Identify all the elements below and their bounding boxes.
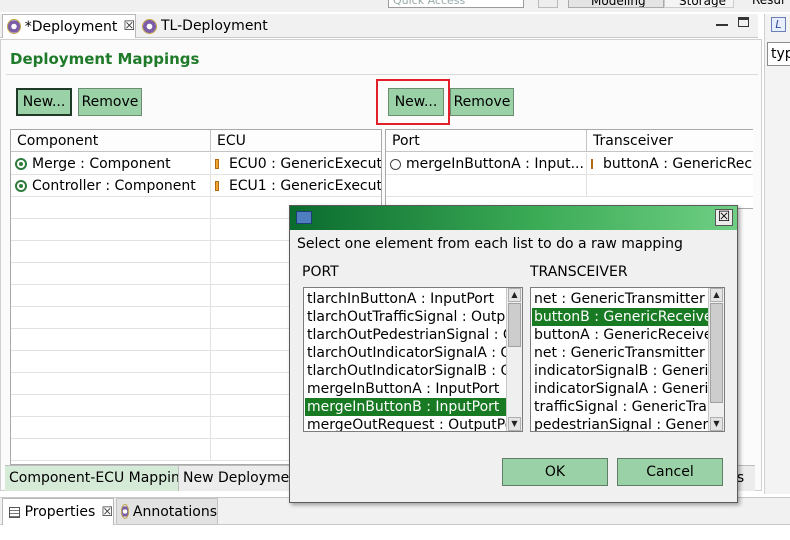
component-cell: Controller : Component bbox=[11, 175, 211, 197]
list-item[interactable]: trafficSignal : GenericTrans bbox=[532, 398, 709, 416]
port-name: mergeInButtonA : Input... bbox=[406, 156, 584, 172]
port-transceiver-table[interactable]: Port Transceiver mergeInButtonA : Input.… bbox=[385, 129, 753, 209]
port-icon bbox=[390, 158, 401, 170]
ecu-icon bbox=[215, 181, 219, 191]
ecu-icon bbox=[215, 159, 219, 169]
table-header: Component ECU bbox=[11, 130, 381, 152]
ok-button[interactable]: OK bbox=[502, 458, 608, 486]
deployment-gear-icon bbox=[142, 18, 157, 34]
component-cell: Merge : Component bbox=[11, 153, 211, 175]
list-item[interactable]: buttonA : GenericReceiver bbox=[532, 326, 709, 344]
dialog-message: Select one element from each list to do … bbox=[297, 236, 683, 252]
port-cell: mergeInButtonA : Input... bbox=[386, 153, 587, 175]
remove-port-mapping-button[interactable]: Remove bbox=[450, 88, 514, 116]
list-item-selected[interactable]: mergeInButtonB : InputPort bbox=[305, 398, 507, 416]
transceiver-list-scrollbar[interactable]: ▲ ▼ bbox=[708, 288, 724, 431]
port-list-scrollbar[interactable]: ▲ ▼ bbox=[506, 288, 522, 431]
transceiver-cell: buttonA : GenericRece bbox=[587, 153, 753, 175]
list-item[interactable]: tlarchOutIndicatorSignalB : Out bbox=[305, 362, 507, 380]
ecu-name: ECU0 : GenericExecut bbox=[228, 156, 382, 172]
list-item[interactable]: tlarchOutIndicatorSignalA : Out bbox=[305, 344, 507, 362]
perspective-results[interactable]: Resul bbox=[738, 0, 790, 8]
column-header-ecu[interactable]: ECU bbox=[211, 130, 381, 152]
annotations-gear-icon bbox=[121, 504, 129, 519]
perspective-modeling[interactable]: Modeling bbox=[568, 0, 664, 8]
list-item[interactable]: tlarchOutTrafficSignal : OutputP bbox=[305, 308, 507, 326]
scroll-up-icon[interactable]: ▲ bbox=[710, 288, 723, 302]
component-icon bbox=[15, 180, 27, 192]
scroll-down-icon[interactable]: ▼ bbox=[508, 417, 521, 431]
port-listbox[interactable]: tlarchInButtonA : InputPort tlarchOutTra… bbox=[303, 287, 523, 432]
tab-deployment-label: *Deployment bbox=[24, 18, 118, 35]
title-divider bbox=[6, 74, 758, 75]
list-item[interactable]: mergeOutRequest : OutputPor bbox=[305, 416, 507, 431]
transceiver-icon bbox=[591, 159, 593, 169]
dialog-close-button[interactable]: ☒ bbox=[715, 209, 733, 226]
tab-annotations-label: Annotations bbox=[132, 503, 217, 520]
dialog-app-icon bbox=[296, 211, 312, 224]
list-item[interactable]: tlarchOutPedestrianSignal : Out bbox=[305, 326, 507, 344]
minimize-icon[interactable] bbox=[716, 16, 728, 26]
open-perspective-button[interactable] bbox=[538, 0, 558, 8]
list-item[interactable]: indicatorSignalA : GenericTr bbox=[532, 380, 709, 398]
column-header-port[interactable]: Port bbox=[386, 130, 587, 152]
side-filter-input[interactable]: typ bbox=[767, 42, 790, 66]
dialog-titlebar[interactable] bbox=[290, 206, 737, 230]
component-name: Controller : Component bbox=[32, 178, 196, 194]
list-item[interactable]: pedestrianSignal : GenericT bbox=[532, 416, 709, 431]
window: Quick Access Modeling Storage Resul *Dep… bbox=[0, 0, 790, 540]
side-panel bbox=[764, 14, 790, 494]
column-header-transceiver[interactable]: Transceiver bbox=[587, 130, 753, 152]
list-item[interactable]: net : GenericTransmitter bbox=[532, 290, 709, 308]
table-header: Port Transceiver bbox=[386, 130, 753, 152]
component-icon bbox=[15, 158, 27, 170]
scroll-thumb[interactable] bbox=[710, 303, 723, 403]
tab-tl-deployment[interactable]: TL-Deployment bbox=[138, 14, 268, 38]
tab-tl-deployment-label: TL-Deployment bbox=[161, 18, 268, 34]
cancel-button[interactable]: Cancel bbox=[617, 458, 723, 486]
table-row[interactable]: Merge : Component ECU0 : GenericExecut bbox=[11, 153, 381, 175]
empty-row bbox=[386, 175, 753, 197]
component-name: Merge : Component bbox=[32, 156, 171, 172]
list-item[interactable]: mergeInButtonA : InputPort bbox=[305, 380, 507, 398]
tab-properties-label: Properties bbox=[24, 504, 96, 520]
properties-view-body bbox=[0, 525, 790, 540]
new-port-mapping-button[interactable]: New... bbox=[388, 88, 444, 116]
ecu-cell: ECU1 : GenericExecut bbox=[211, 175, 382, 197]
transceiver-listbox[interactable]: net : GenericTransmitter buttonB : Gener… bbox=[530, 287, 725, 432]
ecu-cell: ECU0 : GenericExecut bbox=[211, 153, 382, 175]
close-tab-icon[interactable]: ☒ bbox=[123, 19, 135, 34]
deployment-gear-icon bbox=[7, 19, 21, 34]
list-item[interactable]: tlarchInButtonA : InputPort bbox=[305, 290, 507, 308]
maximize-icon[interactable] bbox=[738, 17, 749, 27]
quick-access-input[interactable]: Quick Access bbox=[388, 0, 524, 8]
outline-icon[interactable]: L bbox=[771, 17, 786, 32]
table-row[interactable]: Controller : Component ECU1 : GenericExe… bbox=[11, 175, 381, 197]
column-header-component[interactable]: Component bbox=[11, 130, 211, 152]
table-row[interactable]: mergeInButtonA : Input... buttonA : Gene… bbox=[386, 153, 753, 175]
new-component-mapping-button[interactable]: New... bbox=[16, 88, 72, 116]
remove-component-mapping-button[interactable]: Remove bbox=[78, 88, 142, 116]
scroll-down-icon[interactable]: ▼ bbox=[710, 417, 723, 431]
tab-new-deployment[interactable]: New Deploymen bbox=[179, 466, 299, 491]
transceiver-name: buttonA : GenericRece bbox=[603, 156, 753, 172]
port-list-label: PORT bbox=[302, 264, 339, 280]
tab-annotations[interactable]: Annotations bbox=[116, 498, 218, 525]
list-item[interactable]: indicatorSignalB : GenericTr bbox=[532, 362, 709, 380]
list-item[interactable]: net : GenericTransmitter bbox=[532, 344, 709, 362]
properties-icon bbox=[9, 506, 20, 518]
tab-deployment[interactable]: *Deployment ☒ bbox=[2, 14, 136, 38]
scroll-up-icon[interactable]: ▲ bbox=[508, 288, 521, 302]
tab-component-ecu-mapping[interactable]: Component-ECU Mapping bbox=[5, 466, 179, 491]
tab-properties[interactable]: Properties ☒ bbox=[2, 498, 114, 525]
close-tab-icon[interactable]: ☒ bbox=[101, 505, 113, 520]
raw-mapping-dialog: ☒ Select one element from each list to d… bbox=[289, 205, 738, 503]
list-item-selected[interactable]: buttonB : GenericReceiver bbox=[532, 308, 709, 326]
editor-tab-bar: *Deployment ☒ TL-Deployment bbox=[0, 14, 758, 38]
scroll-thumb[interactable] bbox=[508, 303, 521, 347]
transceiver-list-label: TRANSCEIVER bbox=[530, 264, 628, 280]
ecu-name: ECU1 : GenericExecut bbox=[228, 178, 382, 194]
perspective-storage[interactable]: Storage bbox=[664, 0, 734, 8]
page-title: Deployment Mappings bbox=[10, 50, 200, 68]
